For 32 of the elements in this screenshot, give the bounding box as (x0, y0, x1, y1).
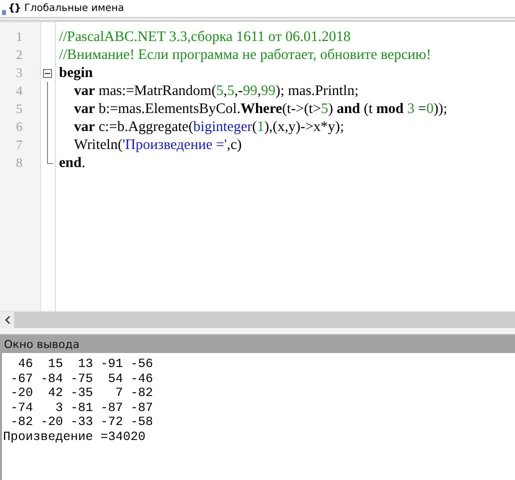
output-line: -67 -84 -75 54 -46 (10, 372, 154, 386)
collapse-icon[interactable] (43, 69, 52, 78)
code-line: end. (59, 154, 86, 172)
output-line: -20 42 -35 7 -82 (10, 386, 154, 400)
line-number: 5 (15, 100, 24, 118)
code-line: //Внимание! Если программа не работает, обновите версию! (59, 46, 432, 64)
global-names-label[interactable]: Глобальные имена (24, 3, 124, 14)
chevron-left-icon (4, 316, 10, 324)
output-line: Произведение =34020 (3, 430, 147, 444)
code-line: var b:=mas.ElementsByCol.Where(t->(t>5) and (t mod 3 =0)); (73, 100, 448, 118)
code-line: var c:=b.Aggregate(biginteger(1),(x,y)->x*y); (73, 118, 346, 136)
line-number: 4 (15, 82, 24, 100)
code-line: var mas:=MatrRandom(5,5,-99,99); mas.Println; (73, 82, 360, 100)
output-panel-title: Окно вывода (4, 338, 80, 350)
code-line: Writeln('Произведение =',c) (73, 136, 243, 154)
line-number: 7 (15, 136, 24, 154)
output-line: 46 15 13 -91 -56 (17, 357, 154, 372)
code-editor[interactable] (0, 20, 515, 311)
output-line: -74 3 -81 -87 -87 (10, 400, 154, 415)
line-number: 3 (15, 64, 24, 82)
line-number: 8 (15, 154, 24, 172)
horizontal-scrollbar[interactable] (0, 311, 515, 328)
line-number: 2 (15, 46, 24, 64)
line-number: 1 (15, 28, 24, 46)
fold-end-icon (47, 154, 53, 164)
output-line: -82 -20 -33 -72 -58 (10, 415, 154, 430)
code-line: //PascalABC.NET 3.3,сборка 1611 от 06.01.2018 (59, 28, 352, 46)
scroll-left-button[interactable] (0, 312, 14, 328)
braces-glyph: {} (8, 3, 20, 14)
code-line: begin (59, 64, 94, 82)
line-number: 6 (15, 118, 24, 136)
square-icon (2, 10, 6, 15)
